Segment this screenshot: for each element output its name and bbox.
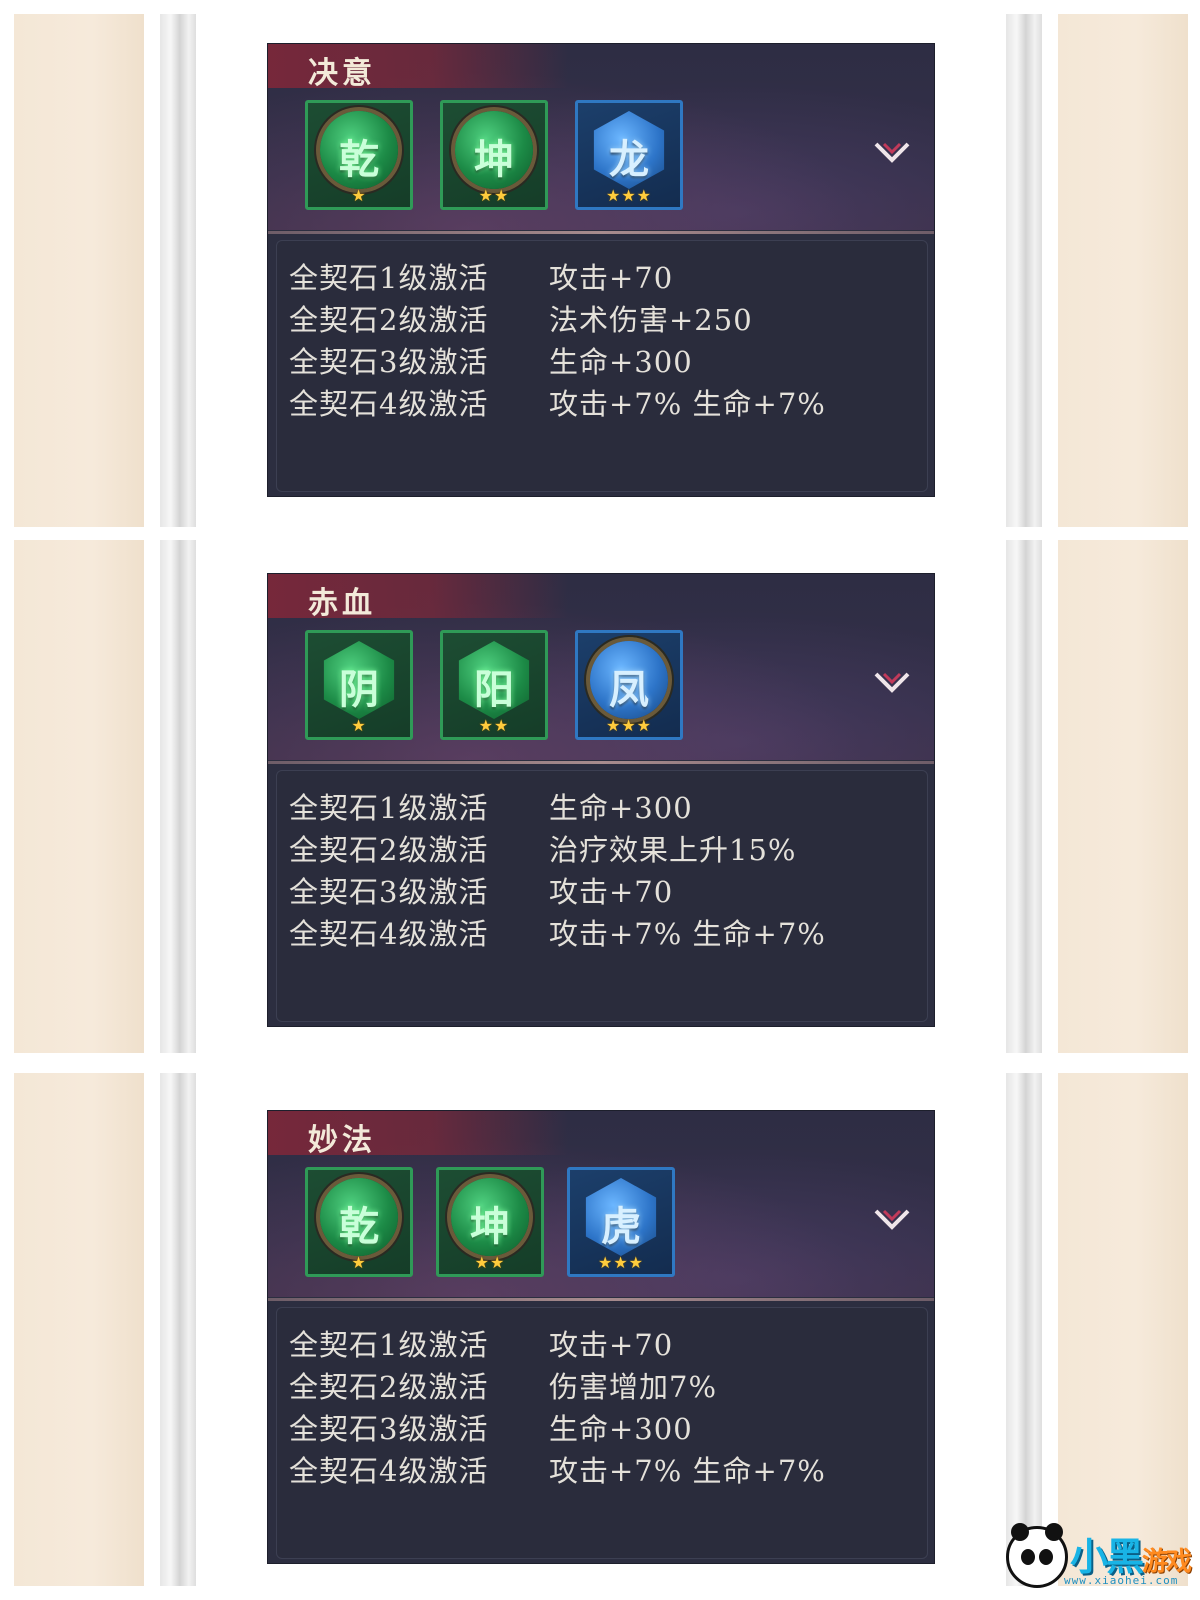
divider (268, 1298, 934, 1301)
tiger-stone-icon: 虎 (585, 1178, 657, 1256)
effect-row: 全契石3级激活 攻击+70 (289, 875, 674, 909)
stone-slot-1[interactable]: 乾 ★ (305, 1167, 413, 1277)
effect-row: 全契石4级激活 攻击+7% 生命+7% (289, 1454, 826, 1488)
background-bar-right (1006, 1073, 1042, 1586)
watermark-logo: 小黑游戏 www.xiaohei.com (1006, 1522, 1192, 1594)
background-right (1058, 540, 1188, 1053)
background-left (14, 14, 144, 527)
chevron-down-icon[interactable] (872, 1199, 912, 1239)
logo-text: 小黑游戏 (1070, 1535, 1192, 1579)
set-title: 赤血 (308, 586, 376, 621)
background-left (14, 1073, 144, 1586)
star-rating: ★★★ (597, 1253, 645, 1272)
star-rating: ★ (351, 186, 367, 205)
background-bar-left (160, 14, 196, 527)
effect-row: 全契石1级激活 攻击+70 (289, 1328, 674, 1362)
effect-row: 全契石4级激活 攻击+7% 生命+7% (289, 387, 826, 421)
stone-set-panel: 赤血 阴 ★ 阳 ★★ 凤 ★★★ 全契石1级激活 生命+300 全契石2级激活治… (268, 574, 934, 1026)
effect-row: 全契石2级激活 法术伤害+250 (289, 303, 753, 337)
chevron-down-icon[interactable] (872, 662, 912, 702)
background-bar-left (160, 1073, 196, 1586)
set-title: 妙法 (308, 1123, 376, 1158)
star-rating: ★ (351, 716, 367, 735)
effect-row: 全契石3级激活 生命+300 (289, 1412, 693, 1446)
background-right (1058, 1073, 1188, 1586)
effect-row: 全契石1级激活 攻击+70 (289, 261, 674, 295)
screenshot-strip-3: 妙法 乾 ★ 坤 ★★ 虎 ★★★ 全契石1级激活 攻击+70 全契石2级激活 伤害… (0, 1073, 1200, 1586)
background-bar-right (1006, 540, 1042, 1053)
panda-logo-icon (1006, 1523, 1068, 1588)
effect-row: 全契石4级激活 攻击+7% 生命+7% (289, 917, 826, 951)
stone-slot-2[interactable]: 阳 ★★ (440, 630, 548, 740)
background-right (1058, 14, 1188, 527)
divider (268, 231, 934, 234)
star-rating: ★★ (478, 716, 510, 735)
divider (268, 761, 934, 764)
set-title: 决意 (308, 56, 376, 91)
stone-slot-3[interactable]: 凤 ★★★ (575, 630, 683, 740)
effects-box: 全契石1级激活 攻击+70 全契石2级激活 法术伤害+250 全契石3级激活 生命+3… (276, 240, 928, 492)
logo-url: www.xiaohei.com (1064, 1574, 1179, 1587)
stone-slot-1[interactable]: 阴 ★ (305, 630, 413, 740)
stone-slot-3[interactable]: 龙 ★★★ (575, 100, 683, 210)
yang-stone-icon: 阳 (458, 641, 530, 719)
screenshot-strip-1: 决意 乾 ★ 坤 ★★ 龙 ★★★ 全契石1级激活 攻击+70 全契石2级激活 法术… (0, 14, 1200, 527)
chevron-down-icon[interactable] (872, 132, 912, 172)
phoenix-stone-icon: 凤 (590, 641, 668, 719)
stone-set-panel: 决意 乾 ★ 坤 ★★ 龙 ★★★ 全契石1级激活 攻击+70 全契石2级激活 法术… (268, 44, 934, 496)
stone-slot-3[interactable]: 虎 ★★★ (567, 1167, 675, 1277)
kun-stone-icon: 坤 (451, 1178, 529, 1256)
yin-stone-icon: 阴 (323, 641, 395, 719)
qian-stone-icon: 乾 (320, 1178, 398, 1256)
kun-stone-icon: 坤 (455, 111, 533, 189)
stone-set-panel: 妙法 乾 ★ 坤 ★★ 虎 ★★★ 全契石1级激活 攻击+70 全契石2级激活 伤害… (268, 1111, 934, 1563)
star-rating: ★★ (474, 1253, 506, 1272)
effect-row: 全契石2级激活 伤害增加7% (289, 1370, 718, 1404)
dragon-stone-icon: 龙 (593, 111, 665, 189)
star-rating: ★ (351, 1253, 367, 1272)
star-rating: ★★★ (605, 716, 653, 735)
screenshot-strip-2: 赤血 阴 ★ 阳 ★★ 凤 ★★★ 全契石1级激活 生命+300 全契石2级激活治… (0, 540, 1200, 1053)
effect-row: 全契石3级激活 生命+300 (289, 345, 693, 379)
star-rating: ★★★ (605, 186, 653, 205)
effect-row: 全契石2级激活 治疗效果上升15% (289, 833, 797, 867)
background-bar-right (1006, 14, 1042, 527)
qian-stone-icon: 乾 (320, 111, 398, 189)
stone-slot-2[interactable]: 坤 ★★ (440, 100, 548, 210)
effect-row: 全契石1级激活 生命+300 (289, 791, 693, 825)
effects-box: 全契石1级激活 生命+300 全契石2级激活 治疗效果上升15% 全契石3级激活 攻击… (276, 770, 928, 1022)
stone-slot-2[interactable]: 坤 ★★ (436, 1167, 544, 1277)
effects-box: 全契石1级激活 攻击+70 全契石2级激活 伤害增加7% 全契石3级激活 生命+300… (276, 1307, 928, 1559)
stone-slot-1[interactable]: 乾 ★ (305, 100, 413, 210)
background-left (14, 540, 144, 1053)
star-rating: ★★ (478, 186, 510, 205)
background-bar-left (160, 540, 196, 1053)
